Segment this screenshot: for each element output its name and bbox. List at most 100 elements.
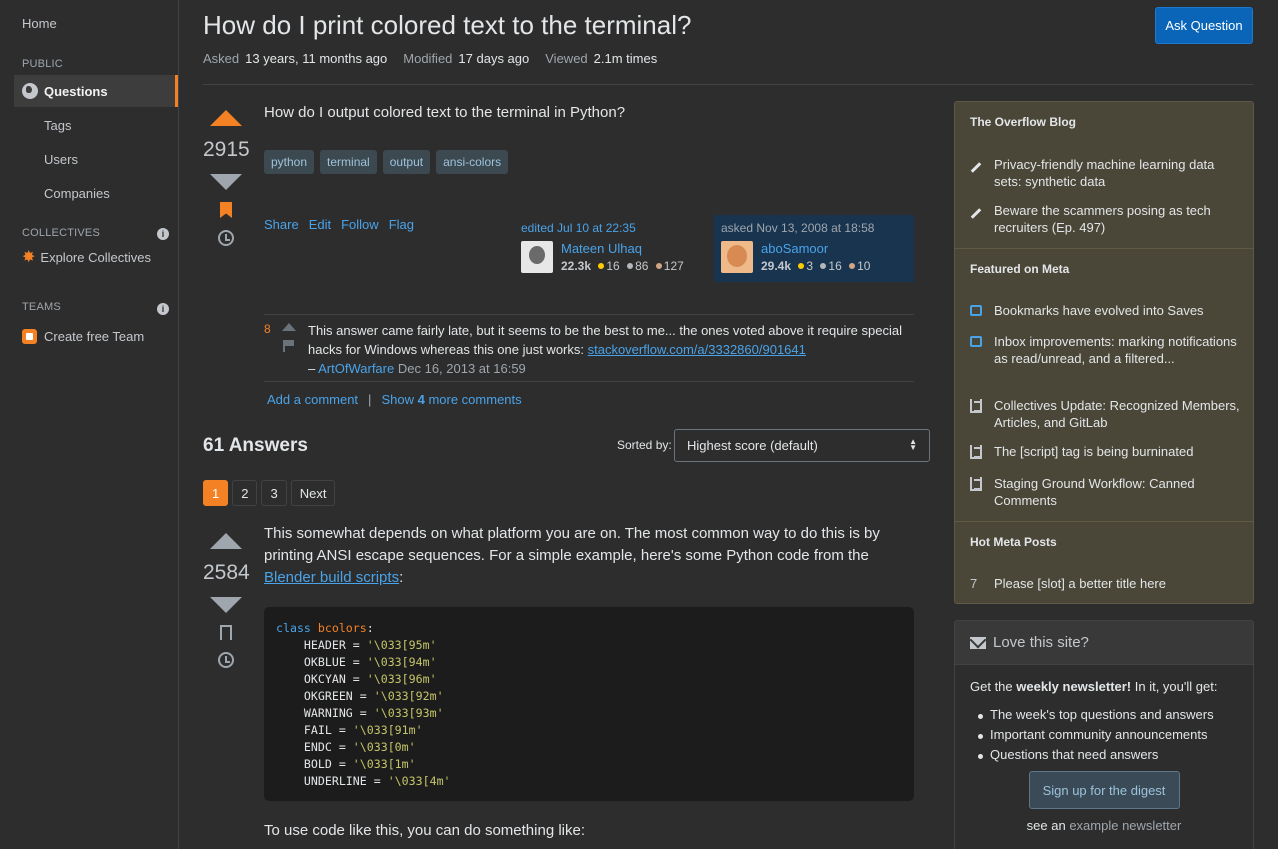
meta-item[interactable]: Collectives Update: Recognized Members, … [970,397,1240,431]
code-attr-name: ENDC [303,740,332,754]
flag-link[interactable]: Flag [389,217,414,232]
ask-question-button[interactable]: Ask Question [1155,7,1253,44]
code-string-value: '\033[92m' [373,689,444,703]
question-vote-count: 2915 [203,138,250,161]
edit-link[interactable]: Edit [309,217,331,232]
nav-tags[interactable]: Tags [44,118,71,133]
history-icon[interactable] [218,230,234,246]
meta-item[interactable]: Staging Ground Workflow: Canned Comments [970,475,1240,509]
code-attr-name: UNDERLINE [303,774,367,788]
newsletter-intro-bold: weekly newsletter! [1016,679,1132,694]
owner-reputation: 29.4k 3 16 10 [761,259,870,273]
code-string-value: '\033[94m' [366,655,437,669]
code-line: OKBLUE = '\033[94m' [303,655,437,669]
blender-link[interactable]: Blender build scripts [264,569,399,586]
info-icon[interactable]: i [157,303,169,315]
divider [203,84,1254,85]
history-icon[interactable] [218,652,234,668]
newsletter-list-item: Important community announcements [974,727,1238,742]
question-body: How do I output colored text to the term… [264,104,626,121]
modified-value[interactable]: 17 days ago [458,51,529,66]
nav-users[interactable]: Users [44,152,78,167]
code-attr-name: OKCYAN [303,672,346,686]
asked-label: Asked [203,51,240,66]
code-string-value: '\033[96m' [366,672,437,686]
show-more-comments-link[interactable]: Show 4 more comments [381,392,521,407]
meta-item[interactable]: Bookmarks have evolved into Saves [970,302,1240,320]
bronze-badge-icon [655,263,662,269]
sort-select[interactable]: Highest score (default) ▲ ▼ [674,429,930,462]
nav-explore-collectives-label: Explore Collectives [40,250,151,265]
code-string-value: '\033[95m' [366,638,437,652]
nav-explore-collectives[interactable]: ✸ Explore Collectives [22,249,151,265]
team-icon [22,329,37,344]
newsletter-list-item: The week's top questions and answers [974,707,1238,722]
meta-item-text: Bookmarks have evolved into Saves [994,303,1204,318]
upvote-icon[interactable] [210,110,242,126]
avatar[interactable] [721,241,753,273]
divider [264,314,914,315]
tag-output[interactable]: output [382,150,431,174]
chat-icon [970,336,982,347]
editor-name[interactable]: Mateen Ulhaq [561,241,642,256]
editor-silver: 86 [635,259,649,273]
hot-meta-item[interactable]: 7 Please [slot] a better title here [970,575,1240,592]
page-next[interactable]: Next [290,480,336,506]
blog-item[interactable]: Privacy-friendly machine learning data s… [970,156,1240,190]
blog-item[interactable]: Beware the scammers posing as tech recru… [970,202,1240,236]
meta-item[interactable]: The [script] tag is being burninated [970,443,1240,463]
upvote-icon[interactable] [210,533,242,549]
asked-timestamp: asked Nov 13, 2008 at 18:58 [721,221,875,235]
bookmark-icon[interactable] [220,202,232,218]
info-icon[interactable]: i [157,228,169,240]
tag-terminal[interactable]: terminal [320,150,377,174]
meta-item-text: The [script] tag is being burninated [994,444,1194,459]
question-tags: python terminal output ansi-colors [264,150,509,174]
code-attr-name: OKBLUE [303,655,346,669]
sign-up-digest-button[interactable]: Sign up for the digest [1028,771,1180,809]
downvote-icon[interactable] [210,174,242,190]
edited-timestamp[interactable]: edited Jul 10 at 22:35 [521,221,636,235]
page-1[interactable]: 1 [203,480,229,506]
nav-section-collectives: COLLECTIVES [22,227,101,239]
tag-python[interactable]: python [264,150,315,174]
stack-icon [970,445,982,459]
comment-link[interactable]: stackoverflow.com/a/3332860/901641 [588,342,806,357]
nav-companies[interactable]: Companies [44,186,110,201]
page-3[interactable]: 3 [261,480,287,506]
sort-select-value: Highest score (default) [687,438,818,453]
code-string-value: '\033[93m' [373,706,444,720]
share-link[interactable]: Share [264,217,299,232]
nav-create-team[interactable]: Create free Team [22,329,144,344]
meta-item[interactable]: Inbox improvements: marking notification… [970,333,1240,367]
code-line: OKCYAN = '\033[96m' [303,672,437,686]
divider [264,381,914,382]
comment-user[interactable]: ArtOfWarfare [318,361,394,376]
downvote-icon[interactable] [210,597,242,613]
nav-home[interactable]: Home [22,16,57,31]
editor-bronze: 127 [663,259,684,273]
tag-ansi-colors[interactable]: ansi-colors [436,150,509,174]
question-title[interactable]: How do I print colored text to the termi… [203,10,691,41]
owner-name[interactable]: aboSamoor [761,241,828,256]
meta-item-text: Inbox improvements: marking notification… [994,334,1237,366]
follow-link[interactable]: Follow [341,217,379,232]
gold-badge-icon [798,263,805,269]
silver-badge-icon [627,263,634,269]
code-block[interactable]: class bcolors: HEADER = '\033[95m' OKBLU… [264,607,914,801]
code-line: BOLD = '\033[1m' [303,757,416,771]
bookmark-icon[interactable] [220,625,232,640]
avatar[interactable] [521,241,553,273]
owner-gold: 3 [806,259,814,273]
add-comment-link[interactable]: Add a comment [267,392,358,407]
owner-silver: 16 [828,259,842,273]
nav-questions[interactable]: Questions [14,75,178,107]
answer-text-end: : [399,569,404,586]
comment-upvote-icon[interactable] [282,323,296,331]
flag-icon[interactable] [283,340,294,352]
example-newsletter-link[interactable]: example newsletter [1069,818,1181,833]
chat-icon [970,305,982,316]
page-2[interactable]: 2 [232,480,258,506]
newsletter-list: The week's top questions and answers Imp… [974,707,1238,762]
comment-score: 8 [264,322,271,336]
